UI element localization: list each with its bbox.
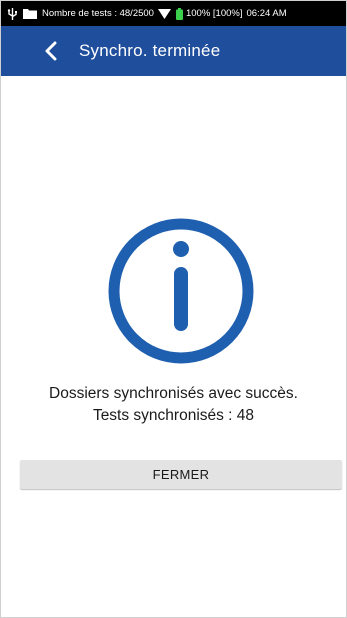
status-bar: Nombre de tests : 48/2500 100% [100%] 06… <box>1 1 346 26</box>
tests-synced-message: Tests synchronisés : 48 <box>92 407 255 424</box>
battery-level: 100% [100%] <box>185 8 243 19</box>
tests-count: Nombre de tests : 48/2500 <box>42 8 154 19</box>
usb-icon <box>7 7 18 20</box>
page-title: Synchro. terminée <box>79 41 221 60</box>
battery-icon <box>175 7 183 20</box>
info-icon <box>107 217 255 365</box>
clock: 06:24 AM <box>246 8 287 19</box>
close-button[interactable]: FERMER <box>20 460 342 489</box>
app-bar: Synchro. terminée <box>1 26 346 76</box>
folder-icon <box>23 8 37 19</box>
phone-screen: Nombre de tests : 48/2500 100% [100%] 06… <box>0 0 347 618</box>
success-message: Dossiers synchronisés avec succès. <box>49 385 298 402</box>
wifi-icon <box>157 8 171 19</box>
chevron-left-icon[interactable] <box>39 39 63 63</box>
